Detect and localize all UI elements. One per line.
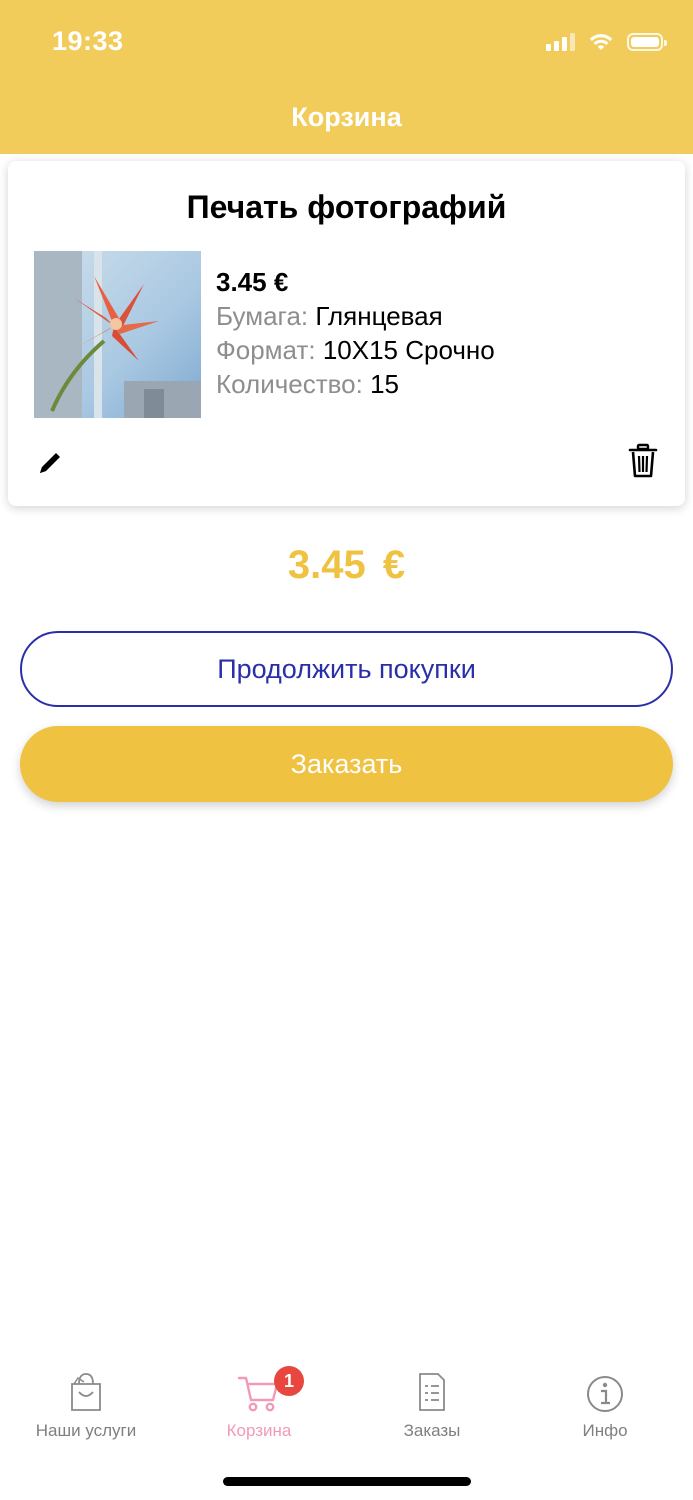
- cart-item-price: 3.45 €: [216, 267, 289, 297]
- battery-icon: [627, 33, 667, 51]
- tab-label: Наши услуги: [35, 1421, 137, 1440]
- page-title: Корзина: [291, 102, 402, 132]
- wifi-icon: [589, 34, 613, 50]
- cart-item-thumbnail: [34, 251, 201, 418]
- home-indicator: [223, 1477, 471, 1486]
- status-time: 19:33: [52, 26, 124, 56]
- app-header: 19:33 Корзина: [0, 0, 693, 154]
- cart-item-details: 3.45 € Бумага: Глянцевая Формат: 10X15 С…: [216, 265, 495, 401]
- status-icons: [546, 30, 667, 54]
- cart-item-card: Печать фотографий 3.45 € Бумага: Глянцев…: [8, 161, 685, 506]
- detail-value: Глянцевая: [315, 301, 443, 331]
- cart-item-title: Печать фотографий: [186, 189, 507, 225]
- detail-row-format: Формат: 10X15 Срочно: [216, 333, 495, 367]
- trash-icon: [628, 443, 658, 478]
- detail-value: 10X15 Срочно: [322, 335, 495, 365]
- detail-label: Количество:: [216, 369, 363, 399]
- tab-label: Заказы: [403, 1421, 461, 1440]
- delete-button[interactable]: [627, 443, 659, 479]
- tab-cart[interactable]: 1 Корзина: [184, 1360, 334, 1450]
- detail-row-paper: Бумага: Глянцевая: [216, 299, 495, 333]
- pencil-icon: [40, 453, 60, 473]
- info-icon: [587, 1376, 623, 1412]
- detail-label: Формат:: [216, 335, 316, 365]
- detail-label: Бумага:: [216, 301, 309, 331]
- tab-label: Корзина: [226, 1421, 292, 1440]
- detail-value: 15: [370, 369, 400, 399]
- detail-row-quantity: Количество: 15: [216, 367, 495, 401]
- cellular-signal-icon: [546, 33, 575, 51]
- edit-button[interactable]: [34, 447, 66, 479]
- continue-shopping-button[interactable]: Продолжить покупки: [20, 631, 673, 707]
- tab-info[interactable]: Инфо: [530, 1360, 680, 1450]
- tab-services[interactable]: Наши услуги: [11, 1360, 161, 1450]
- order-button[interactable]: Заказать: [20, 726, 673, 802]
- tab-orders[interactable]: Заказы: [357, 1360, 507, 1450]
- cart-badge: 1: [274, 1366, 304, 1396]
- tab-bar: Наши услуги 1 Корзина Заказы Инфо: [0, 1360, 693, 1460]
- shopping-bag-icon: [71, 1373, 101, 1411]
- tab-label: Инфо: [582, 1421, 628, 1440]
- document-list-icon: [419, 1373, 445, 1411]
- cart-total: 3.45 €: [287, 543, 406, 587]
